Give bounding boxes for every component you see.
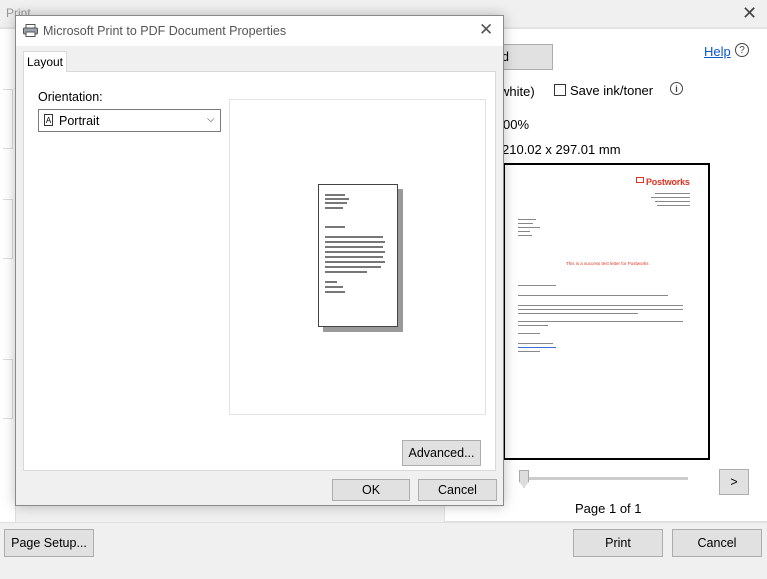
page-slider-track[interactable]	[522, 477, 688, 480]
preview-page	[318, 184, 398, 327]
info-icon[interactable]: i	[670, 82, 683, 95]
cancel-button[interactable]: Cancel	[418, 479, 497, 501]
help-icon[interactable]: ?	[735, 43, 749, 57]
save-ink-checkbox[interactable]	[554, 84, 566, 96]
next-page-button[interactable]: >	[719, 469, 749, 495]
orientation-select[interactable]: A Portrait ⌵	[38, 109, 221, 132]
layout-tab-panel: Orientation: A Portrait ⌵ Advanced...	[23, 71, 496, 471]
document-properties-dialog: Microsoft Print to PDF Document Properti…	[15, 15, 504, 506]
page-indicator: Page 1 of 1	[575, 501, 642, 516]
panel-group-edge	[3, 359, 13, 419]
orientation-label: Orientation:	[38, 90, 103, 104]
tab-layout[interactable]: Layout	[23, 51, 67, 72]
envelope-icon	[636, 177, 644, 183]
close-icon[interactable]: ✕	[479, 20, 493, 40]
printer-icon	[23, 24, 38, 37]
orientation-value: Portrait	[59, 114, 100, 128]
zoom-level: 00%	[503, 117, 530, 132]
layout-preview	[229, 99, 486, 415]
settings-panel-edge	[0, 29, 16, 522]
advanced-button[interactable]: Advanced...	[402, 440, 481, 466]
print-button[interactable]: Print	[573, 529, 663, 557]
ok-button[interactable]: OK	[332, 479, 410, 501]
brand-logo: Postworks	[646, 177, 690, 187]
preview-headline: This is a success test letter for Postwo…	[566, 261, 649, 266]
close-icon[interactable]: ✕	[742, 4, 757, 22]
chevron-down-icon: ⌵	[207, 114, 215, 125]
properties-button[interactable]: d	[497, 44, 553, 70]
save-ink-label[interactable]: Save ink/toner	[570, 83, 653, 98]
page-setup-button[interactable]: Page Setup...	[4, 529, 94, 557]
cancel-print-button[interactable]: Cancel	[672, 529, 762, 557]
panel-group-edge	[3, 89, 13, 149]
dialog-titlebar: Microsoft Print to PDF Document Properti…	[16, 16, 503, 46]
color-mode-text: white)	[500, 84, 535, 99]
dialog-title: Microsoft Print to PDF Document Properti…	[43, 24, 287, 38]
help-link[interactable]: Help	[704, 44, 731, 59]
panel-group-edge	[3, 199, 13, 259]
paper-size: 210.02 x 297.01 mm	[502, 142, 621, 157]
portrait-doc-icon: A	[44, 114, 53, 126]
page-preview: Postworks This is a success test letter …	[503, 163, 710, 460]
